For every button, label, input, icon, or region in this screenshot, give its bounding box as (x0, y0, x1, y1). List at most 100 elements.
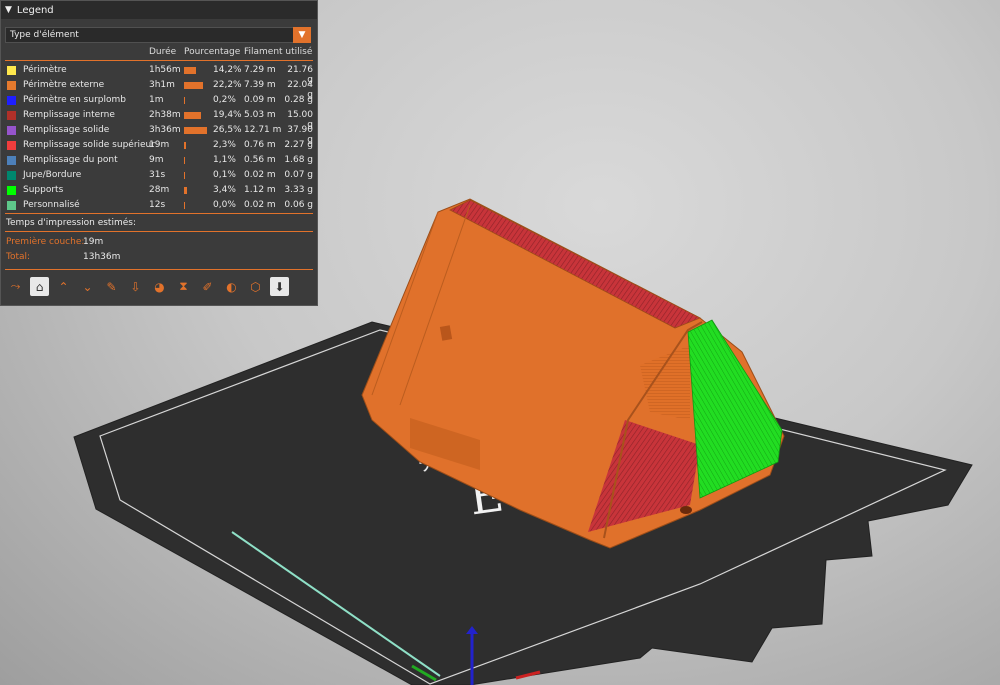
wipe-icon[interactable]: ⌂ (30, 277, 49, 296)
color-swatch (7, 156, 16, 165)
feature-length: 12.71 m (244, 125, 282, 135)
view-type-dropdown[interactable]: Type d'élément ▼ (5, 27, 311, 43)
travel-icon[interactable]: ⤳ (6, 277, 25, 296)
color-changes-icon[interactable]: ◕ (150, 277, 169, 296)
color-swatch (7, 201, 16, 210)
legend-row[interactable]: Remplissage solide supérieur 19m 2,3% 0.76 … (1, 138, 317, 153)
feature-duration: 9m (149, 155, 164, 165)
legend-row[interactable]: Remplissage interne 2h38m 19,4% 5.03 m 15.00… (1, 108, 317, 130)
rows-separator (5, 213, 313, 214)
feature-duration: 19m (149, 140, 170, 150)
feature-percent: 3,4% (213, 185, 236, 195)
feature-name: Personnalisé (23, 200, 80, 210)
percent-bar (184, 97, 185, 104)
feature-percent: 0,1% (213, 170, 236, 180)
feature-percent: 0,2% (213, 95, 236, 105)
shells-icon[interactable]: ⬡ (246, 277, 265, 296)
retractions-icon[interactable]: ⌃ (54, 277, 73, 296)
percent-bar (184, 67, 196, 74)
feature-name: Remplissage interne (23, 110, 115, 120)
deretractions-icon[interactable]: ⌄ (78, 277, 97, 296)
feature-length: 7.39 m (244, 80, 276, 90)
feature-length: 0.09 m (244, 95, 276, 105)
legend-row[interactable]: Périmètre externe 3h1m 22,2% 7.39 m 22.04 g (1, 78, 317, 100)
color-swatch (7, 96, 16, 105)
feature-length: 0.76 m (244, 140, 276, 150)
legend-row[interactable]: Périmètre 1h56m 14,2% 7.29 m 21.76 g (1, 63, 317, 85)
color-swatch (7, 171, 16, 180)
tool-changes-icon[interactable]: ⇩ (126, 277, 145, 296)
legend-row[interactable]: Jupe/Bordure 31s 0,1% 0.02 m 0.07 g (1, 168, 317, 183)
feature-name: Périmètre externe (23, 80, 105, 90)
feature-weight: 0.06 g (284, 200, 313, 210)
toolbar-separator (5, 269, 313, 270)
feature-percent: 22,2% (213, 80, 242, 90)
header-separator (5, 60, 313, 61)
legend-row[interactable]: Personnalisé 12s 0,0% 0.02 m 0.06 g (1, 198, 317, 213)
feature-name: Supports (23, 185, 64, 195)
feature-weight: 1.68 g (284, 155, 313, 165)
feature-name: Périmètre en surplomb (23, 95, 126, 105)
feature-percent: 0,0% (213, 200, 236, 210)
dropdown-arrow-icon[interactable]: ▼ (293, 27, 311, 43)
feature-name: Périmètre (23, 65, 67, 75)
color-swatch (7, 81, 16, 90)
feature-weight: 0.28 g (284, 95, 313, 105)
feature-length: 1.12 m (244, 185, 276, 195)
feature-duration: 28m (149, 185, 170, 195)
feature-duration: 1h56m (149, 65, 181, 75)
percent-bar (184, 157, 185, 164)
feature-length: 5.03 m (244, 110, 276, 120)
column-duration: Durée (149, 47, 177, 57)
feature-duration: 31s (149, 170, 166, 180)
seams-icon[interactable]: ✎ (102, 277, 121, 296)
feature-length: 0.02 m (244, 200, 276, 210)
custom-gcodes-icon[interactable]: ✐ (198, 277, 217, 296)
color-swatch (7, 111, 16, 120)
legend-title: Legend (16, 4, 54, 16)
feature-weight: 0.07 g (284, 170, 313, 180)
feature-percent: 26,5% (213, 125, 242, 135)
percent-bar (184, 172, 185, 179)
percent-bar (184, 112, 201, 119)
legend-panel: ▼ Legend Type d'élément ▼ Durée Pourcent… (0, 0, 318, 306)
collapse-triangle-icon[interactable]: ▼ (5, 5, 12, 15)
tool-marker-icon[interactable]: ⬇ (270, 277, 289, 296)
percent-bar (184, 127, 207, 134)
feature-name: Remplissage solide (23, 125, 110, 135)
legend-row[interactable]: Remplissage du pont 9m 1,1% 0.56 m 1.68 g (1, 153, 317, 168)
view-type-value: Type d'élément (10, 30, 79, 40)
percent-bar (184, 202, 185, 209)
feature-length: 0.02 m (244, 170, 276, 180)
feature-duration: 12s (149, 200, 166, 210)
legend-toolbar: ⤳ ⌂ ⌃ ⌄ ✎ ⇩ ◕ ⧗ ✐ ◐ ⬡ ⬇ (6, 277, 289, 299)
legend-row[interactable]: Remplissage solide 3h36m 26,5% 12.71 m 37.90… (1, 123, 317, 145)
feature-length: 0.56 m (244, 155, 276, 165)
feature-weight: 3.33 g (284, 185, 313, 195)
feature-duration: 2h38m (149, 110, 181, 120)
legend-header[interactable]: ▼ Legend (1, 1, 317, 19)
legend-row[interactable]: Périmètre en surplomb 1m 0,2% 0.09 m 0.28 g (1, 93, 317, 108)
feature-name: Remplissage solide supérieur (23, 140, 155, 150)
first-layer-label: Première couche: (6, 237, 85, 247)
feature-duration: 1m (149, 95, 164, 105)
feature-percent: 1,1% (213, 155, 236, 165)
total-value: 13h36m (83, 252, 121, 262)
model-round-hole (680, 506, 692, 514)
percent-bar (184, 82, 203, 89)
pause-prints-icon[interactable]: ⧗ (174, 277, 193, 296)
feature-name: Jupe/Bordure (23, 170, 82, 180)
legend-row[interactable]: Supports 28m 3,4% 1.12 m 3.33 g (1, 183, 317, 198)
percent-bar (184, 187, 187, 194)
percent-bar (184, 142, 186, 149)
estimates-title: Temps d'impression estimés: (6, 218, 136, 228)
feature-percent: 14,2% (213, 65, 242, 75)
feature-duration: 3h36m (149, 125, 181, 135)
color-swatch (7, 186, 16, 195)
feature-percent: 2,3% (213, 140, 236, 150)
center-of-gravity-icon[interactable]: ◐ (222, 277, 241, 296)
color-swatch (7, 66, 16, 75)
feature-length: 7.29 m (244, 65, 276, 75)
column-percent: Pourcentage (184, 47, 241, 57)
feature-percent: 19,4% (213, 110, 242, 120)
